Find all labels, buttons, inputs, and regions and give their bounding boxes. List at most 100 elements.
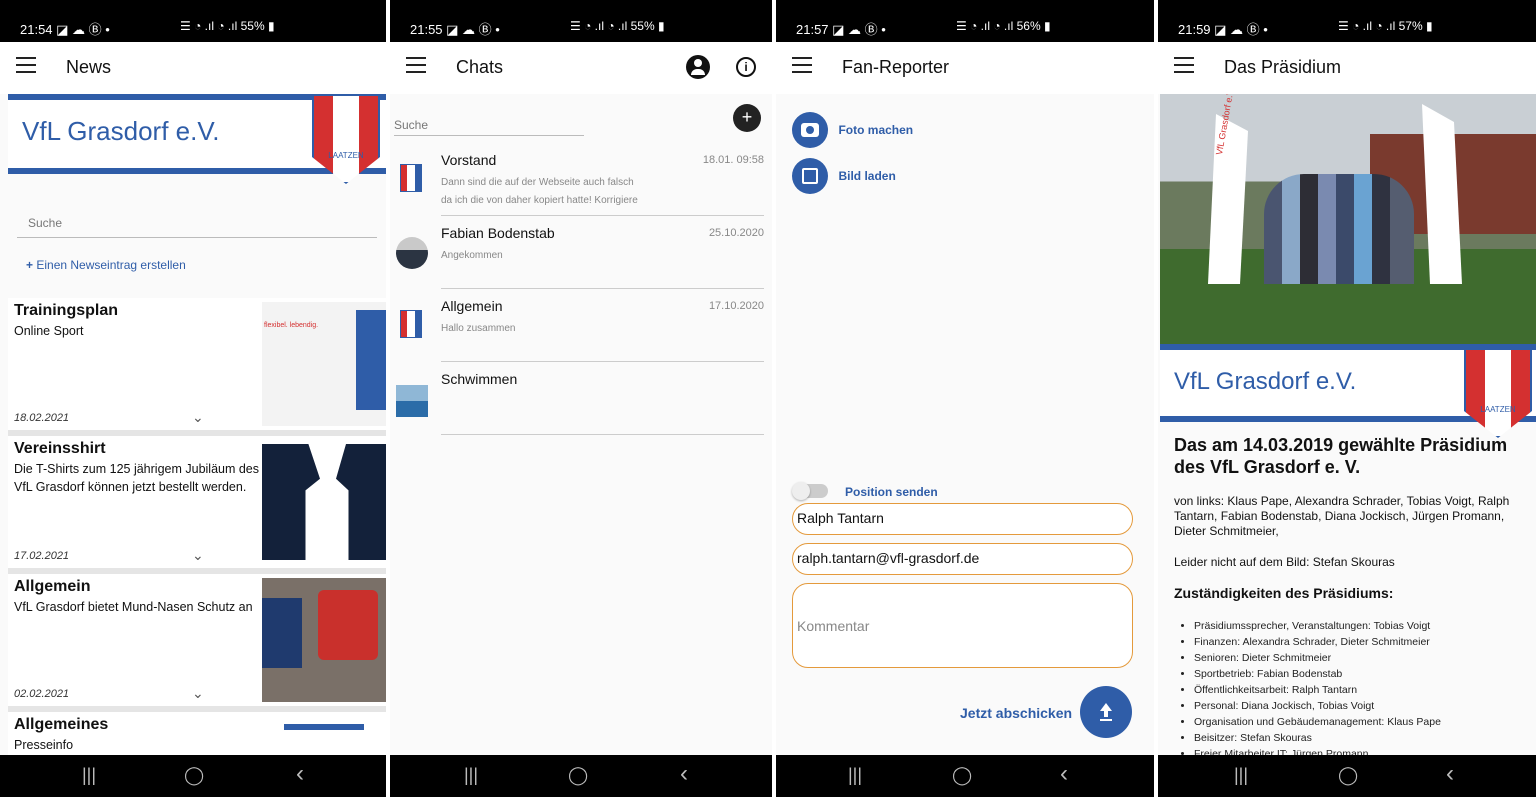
chat-date: 18.01. 09:58 xyxy=(702,154,764,166)
back-button[interactable]: ‹ xyxy=(1446,760,1454,788)
responsibilities-heading: Zuständigkeiten des Präsidiums: xyxy=(1174,585,1394,601)
article-missing: Leider nicht auf dem Bild: Stefan Skoura… xyxy=(1174,555,1395,569)
chat-row[interactable]: Vorstand 18.01. 09:58 Dann sind die auf … xyxy=(390,144,772,216)
group-photo: VfL Grasdorf e.V. xyxy=(1160,94,1536,344)
news-image: flexibel. lebendig. xyxy=(262,302,386,426)
page-title: Das Präsidium xyxy=(1224,57,1342,77)
news-title: Vereinsshirt xyxy=(14,440,106,457)
chat-row[interactable]: Fabian Bodenstab 25.10.2020 Angekommen xyxy=(390,217,772,289)
chevron-down-icon[interactable]: ⌄ xyxy=(192,547,204,564)
menu-icon[interactable] xyxy=(792,57,812,75)
chat-row[interactable]: Allgemein 17.10.2020 Hallo zusammen xyxy=(390,290,772,362)
chat-row[interactable]: Schwimmen xyxy=(390,363,772,435)
list-item: Präsidiumssprecher, Veranstaltungen: Tob… xyxy=(1194,618,1524,634)
club-banner: VfL Grasdorf e.V. LAATZEN xyxy=(8,94,386,184)
list-item: Senioren: Dieter Schmitmeier xyxy=(1194,650,1524,666)
news-item[interactable]: Trainingsplan Online Sport 18.02.2021 ⌄ … xyxy=(8,298,386,430)
article-heading: Das am 14.03.2019 gewählte Präsidium des… xyxy=(1174,435,1508,477)
load-image-button[interactable]: Bild laden xyxy=(792,158,896,194)
news-screen: 21:54 ◪ ☁ Ⓑ • ☰ ◔ .ıl ◔ .ıl 55% ▮ News V… xyxy=(0,0,386,797)
app-bar: News xyxy=(0,42,386,94)
news-item[interactable]: Allgemein VfL Grasdorf bietet Mund-Nasen… xyxy=(8,574,386,706)
chat-name: Allgemein xyxy=(441,298,503,314)
menu-icon[interactable] xyxy=(1174,57,1194,75)
search-input[interactable]: Suche xyxy=(394,112,584,136)
status-time: 21:57 ◪ ☁ Ⓑ • xyxy=(796,22,886,37)
list-item: Sportbetrieb: Fabian Bodenstab xyxy=(1194,666,1524,682)
news-image xyxy=(262,440,386,564)
status-indicators: ☰ ◔ .ıl ◔ .ıl 55% ▮ xyxy=(570,19,665,33)
comment-field[interactable]: Kommentar xyxy=(792,583,1133,668)
chat-preview: Hallo zusammen xyxy=(441,323,516,334)
news-subtitle: Online Sport xyxy=(14,324,84,338)
news-item[interactable]: Allgemeines Presseinfo xyxy=(8,712,386,756)
chat-avatar xyxy=(396,385,428,417)
take-photo-button[interactable]: Foto machen xyxy=(792,112,913,148)
news-image-text: flexibel. lebendig. xyxy=(264,322,319,329)
take-photo-label: Foto machen xyxy=(838,123,914,137)
search-input[interactable]: Suche xyxy=(17,206,377,238)
chat-name: Schwimmen xyxy=(441,371,518,387)
chats-screen: 21:55 ◪ ☁ Ⓑ • ☰ ◔ .ıl ◔ .ıl 55% ▮ Chats … xyxy=(390,0,772,797)
back-button[interactable]: ‹ xyxy=(1060,760,1068,788)
recents-button[interactable]: ||| xyxy=(848,765,862,786)
chevron-down-icon[interactable]: ⌄ xyxy=(192,685,204,702)
news-subtitle: Die T-Shirts zum 125 jährigem Jubiläum d… xyxy=(14,462,260,494)
news-title: Allgemein xyxy=(14,578,91,595)
nav-bar: ||| ◯ ‹ xyxy=(390,755,772,797)
status-indicators: ☰ ◔ .ıl ◔ .ıl 55% ▮ xyxy=(180,19,275,33)
home-button[interactable]: ◯ xyxy=(1338,765,1358,786)
chevron-down-icon[interactable]: ⌄ xyxy=(192,409,204,426)
app-bar: Fan-Reporter xyxy=(776,42,1154,94)
list-item: Personal: Diana Jockisch, Tobias Voigt xyxy=(1194,698,1524,714)
status-indicators: ☰ ◔ .ıl ◔ .ıl 57% ▮ xyxy=(1338,19,1433,33)
back-button[interactable]: ‹ xyxy=(680,760,688,788)
page-title: Chats xyxy=(456,57,504,77)
home-button[interactable]: ◯ xyxy=(952,765,972,786)
list-item: Öffentlichkeitsarbeit: Ralph Tantarn xyxy=(1194,682,1524,698)
menu-icon[interactable] xyxy=(16,57,36,75)
home-button[interactable]: ◯ xyxy=(568,765,588,786)
news-subtitle: VfL Grasdorf bietet Mund-Nasen Schutz an xyxy=(14,600,253,614)
upload-button[interactable] xyxy=(1080,686,1132,738)
status-indicators: ☰ ◔ .ıl ◔ .ıl 56% ▮ xyxy=(956,19,1051,33)
status-bar: 21:55 ◪ ☁ Ⓑ • ☰ ◔ .ıl ◔ .ıl 55% ▮ xyxy=(390,0,772,42)
add-chat-button[interactable]: + xyxy=(733,104,761,132)
banner-text: VfL Grasdorf e.V. xyxy=(22,116,220,146)
article-names: von links: Klaus Pape, Alexandra Schrade… xyxy=(1174,494,1510,538)
name-field[interactable]: Ralph Tantarn xyxy=(792,503,1133,535)
email-field[interactable]: ralph.tantarn@vfl-grasdorf.de xyxy=(792,543,1133,575)
menu-icon[interactable] xyxy=(406,57,426,75)
account-icon[interactable] xyxy=(686,55,710,79)
responsibilities-list: Präsidiumssprecher, Veranstaltungen: Tob… xyxy=(1194,618,1524,762)
info-icon[interactable]: i xyxy=(736,57,756,77)
recents-button[interactable]: ||| xyxy=(82,765,96,786)
status-time: 21:54 ◪ ☁ Ⓑ • xyxy=(20,22,110,37)
position-toggle[interactable] xyxy=(792,482,828,500)
logo-label: LAATZEN xyxy=(328,151,364,160)
recents-button[interactable]: ||| xyxy=(464,765,478,786)
news-title: Trainingsplan xyxy=(14,302,119,319)
create-news-link[interactable]: + Einen Newseintrag erstellen xyxy=(26,258,186,272)
list-item: Organisation und Gebäudemanagement: Klau… xyxy=(1194,714,1524,730)
status-time: 21:59 ◪ ☁ Ⓑ • xyxy=(1178,22,1268,37)
presidium-screen: 21:59 ◪ ☁ Ⓑ • ☰ ◔ .ıl ◔ .ıl 57% ▮ Das Pr… xyxy=(1158,0,1536,797)
news-item[interactable]: Vereinsshirt Die T-Shirts zum 125 jährig… xyxy=(8,436,386,568)
page-title: Fan-Reporter xyxy=(842,57,950,77)
banner-text: VfL Grasdorf e.V. xyxy=(1174,368,1357,395)
news-date: 02.02.2021 xyxy=(14,688,70,700)
fan-reporter-screen: 21:57 ◪ ☁ Ⓑ • ☰ ◔ .ıl ◔ .ıl 56% ▮ Fan-Re… xyxy=(776,0,1154,797)
status-bar: 21:59 ◪ ☁ Ⓑ • ☰ ◔ .ıl ◔ .ıl 57% ▮ xyxy=(1158,0,1536,42)
chat-preview: Dann sind die auf der Webseite auch fals… xyxy=(441,177,638,206)
chat-date: 25.10.2020 xyxy=(708,227,764,239)
submit-label[interactable]: Jetzt abschicken xyxy=(960,705,1072,721)
home-button[interactable]: ◯ xyxy=(184,765,204,786)
chat-name: Vorstand xyxy=(441,152,497,168)
list-item: Beisitzer: Stefan Skouras xyxy=(1194,730,1524,746)
back-button[interactable]: ‹ xyxy=(296,760,304,788)
news-subtitle: Presseinfo xyxy=(14,738,74,752)
chat-preview: Angekommen xyxy=(441,250,503,261)
news-image xyxy=(262,578,386,702)
recents-button[interactable]: ||| xyxy=(1234,765,1248,786)
chat-avatar xyxy=(396,237,428,269)
